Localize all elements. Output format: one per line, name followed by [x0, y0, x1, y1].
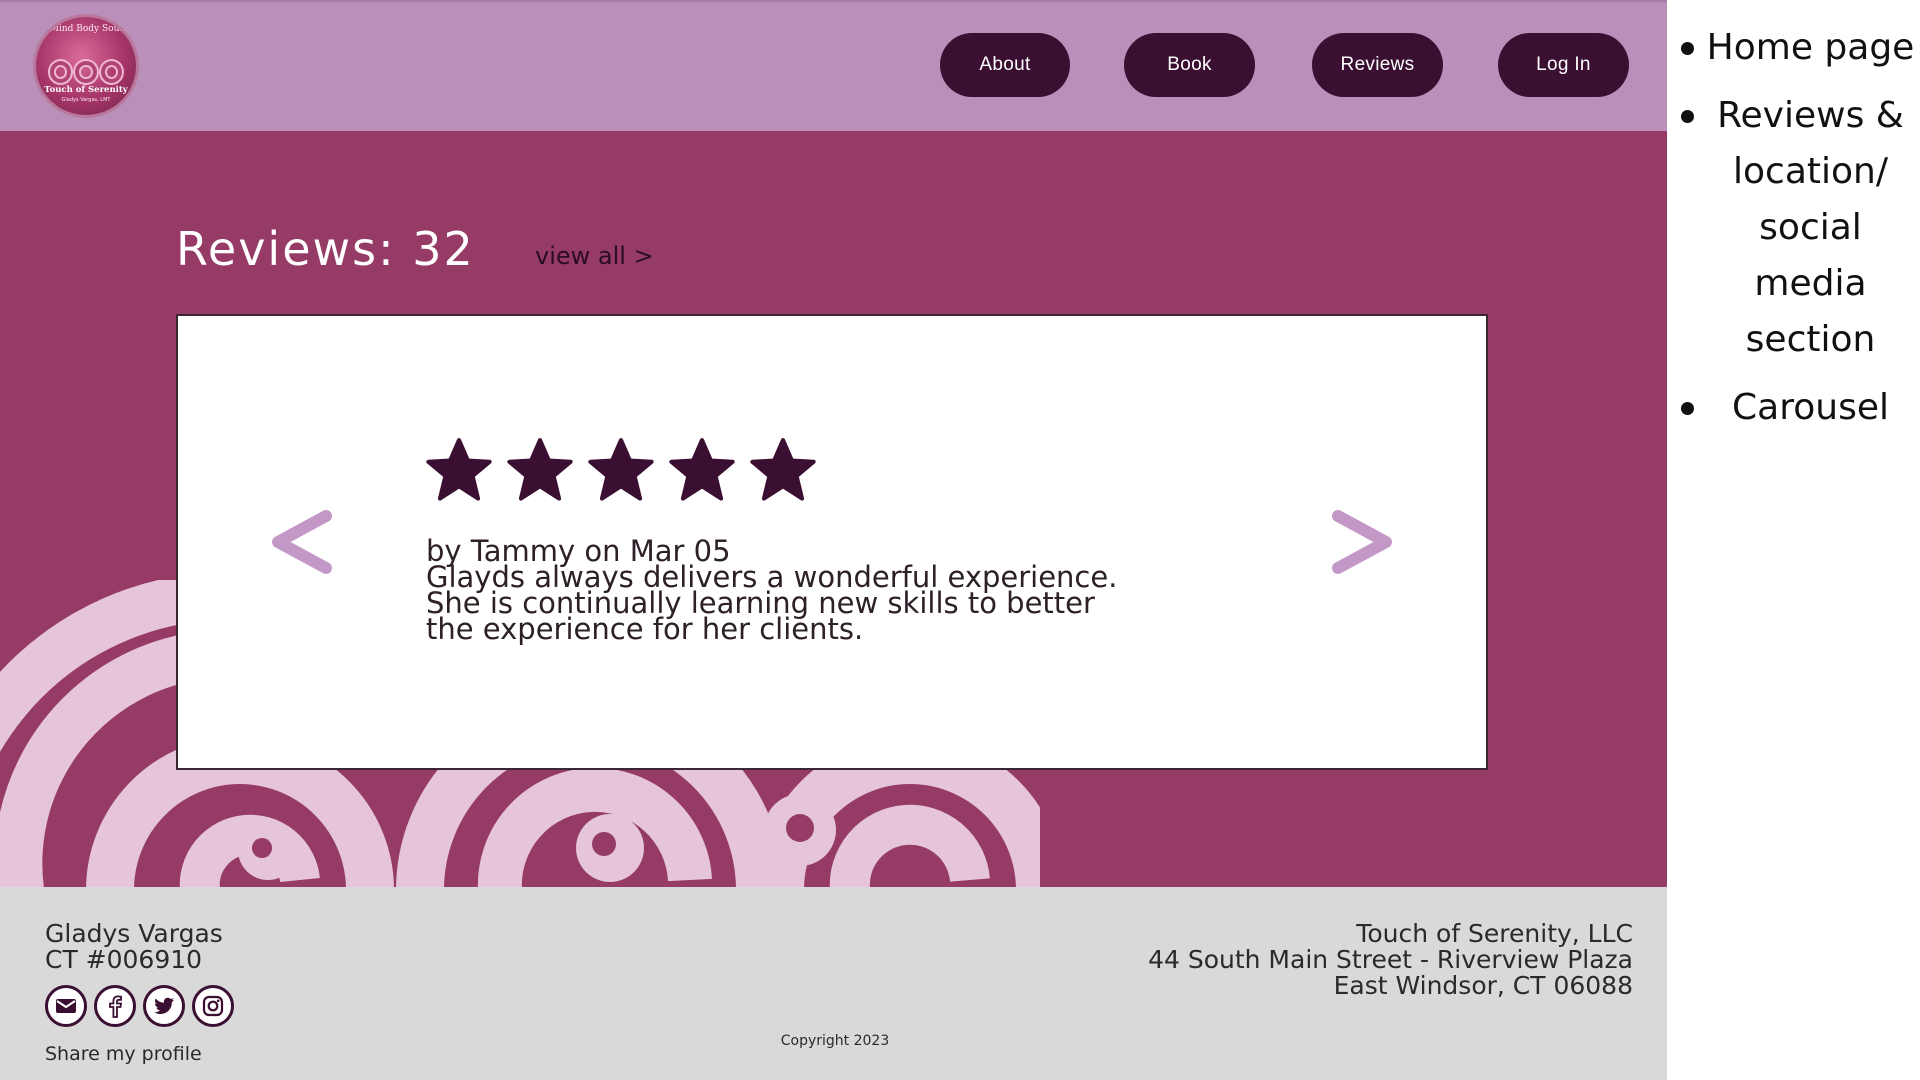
star-rating	[425, 436, 817, 504]
twitter-icon[interactable]	[143, 985, 185, 1027]
view-all-link[interactable]: view all >	[535, 242, 654, 270]
star-icon	[669, 438, 735, 501]
logo[interactable]: Mind Body Soul Touch of Serenity Gladys …	[36, 17, 136, 115]
annotation-notes: Home page Reviews & location/ social med…	[1675, 20, 1920, 448]
website-mockup: Mind Body Soul Touch of Serenity Gladys …	[0, 0, 1667, 1080]
site-footer: Gladys Vargas CT #006910 Share my profil…	[0, 887, 1667, 1080]
social-links	[45, 985, 234, 1027]
instagram-icon[interactable]	[192, 985, 234, 1027]
carousel-prev-arrow-icon[interactable]	[264, 506, 336, 578]
review-carousel-card: by Tammy on Mar 05 Glayds always deliver…	[176, 314, 1488, 770]
logo-tagline: Mind Body Soul	[49, 24, 123, 34]
nav-book-button[interactable]: Book	[1124, 33, 1255, 97]
therapist-name: Gladys Vargas	[45, 919, 223, 948]
star-icon	[750, 438, 816, 501]
logo-name: Touch of Serenity	[44, 85, 128, 95]
share-profile-link[interactable]: Share my profile	[45, 1043, 202, 1065]
nav-about-button[interactable]: About	[940, 33, 1070, 97]
note-item: Home page	[1675, 20, 1920, 76]
note-item: Carousel	[1675, 380, 1920, 436]
star-icon	[426, 438, 492, 501]
page: Mind Body Soul Touch of Serenity Gladys …	[0, 0, 1920, 1080]
business-city: East Windsor, CT 06088	[1333, 971, 1633, 1000]
star-icon	[588, 438, 654, 501]
reviews-count-title: Reviews: 32	[176, 222, 475, 276]
note-item: Reviews & location/ social media section	[1675, 88, 1920, 368]
carousel-next-arrow-icon[interactable]	[1328, 506, 1400, 578]
business-street: 44 South Main Street - Riverview Plaza	[1148, 945, 1633, 974]
facebook-icon[interactable]	[94, 985, 136, 1027]
site-header: Mind Body Soul Touch of Serenity Gladys …	[0, 0, 1667, 131]
business-address: Touch of Serenity, LLC 44 South Main Str…	[1148, 921, 1633, 999]
business-name: Touch of Serenity, LLC	[1356, 919, 1633, 948]
mail-icon[interactable]	[45, 985, 87, 1027]
nav-login-button[interactable]: Log In	[1498, 33, 1629, 97]
logo-subtitle: Gladys Vargas, LMT	[61, 97, 111, 103]
copyright-text: Copyright 2023	[780, 1033, 890, 1049]
review-text: Glayds always delivers a wonderful exper…	[426, 563, 1326, 644]
star-icon	[507, 438, 573, 501]
license-number: CT #006910	[45, 945, 203, 974]
nav-reviews-button[interactable]: Reviews	[1312, 33, 1443, 97]
